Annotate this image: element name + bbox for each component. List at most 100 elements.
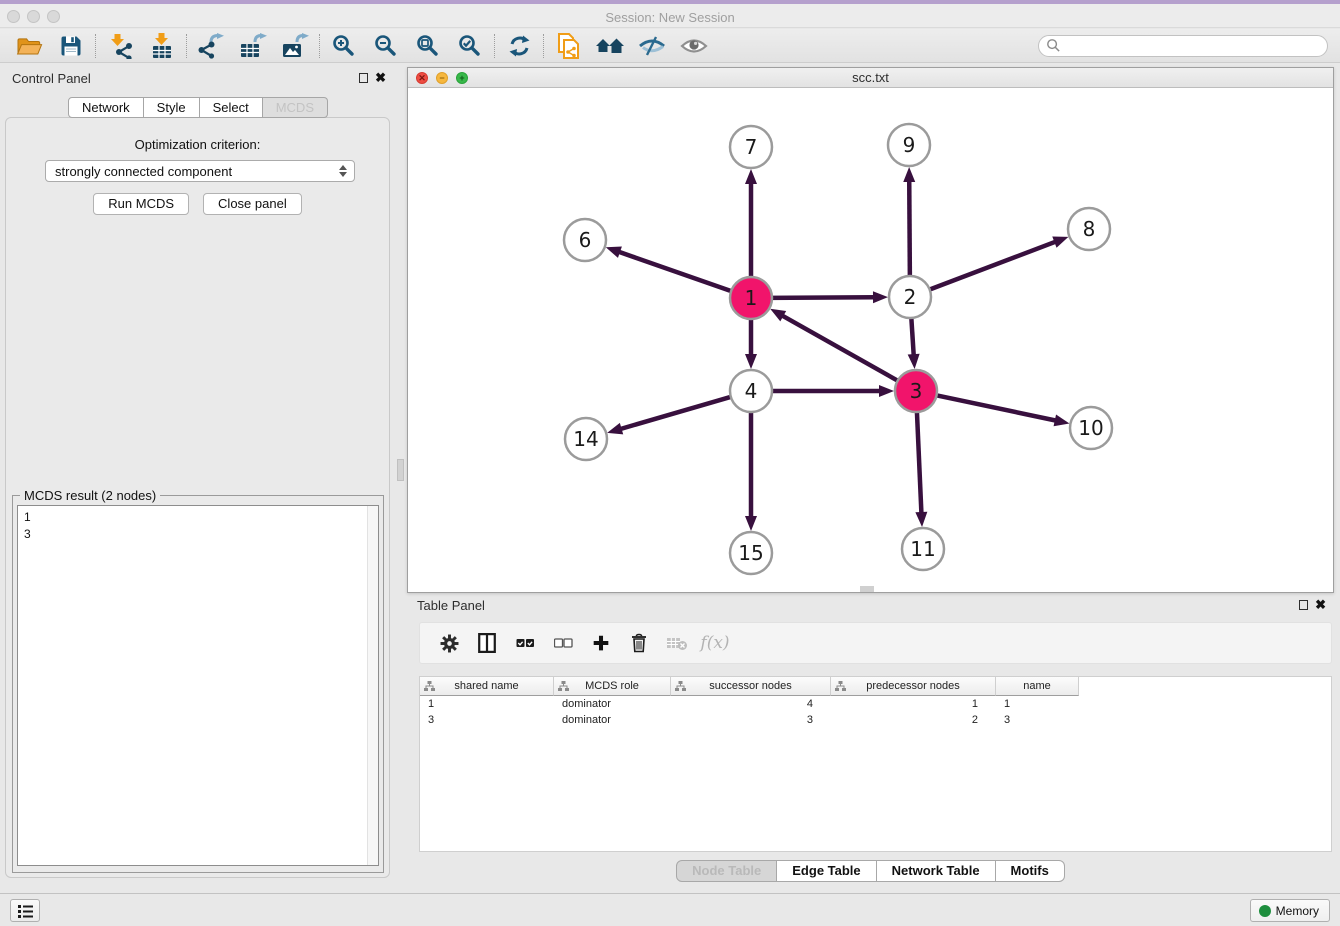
graph-node-label: 1	[745, 286, 758, 310]
table-row[interactable]: 3dominator323	[420, 712, 1331, 728]
column-type-icon	[424, 681, 435, 692]
fx-icon: f(x)	[700, 633, 729, 653]
column-header-shared-name[interactable]: shared name	[420, 677, 554, 696]
memory-button[interactable]: Memory	[1250, 899, 1330, 922]
network-view-window: ✕ − + scc.txt 7968124314101511	[407, 67, 1334, 593]
refresh-button[interactable]	[498, 31, 540, 61]
graph-edge-2-8[interactable]	[928, 241, 1057, 290]
export-image-icon	[281, 33, 309, 59]
export-image-button[interactable]	[274, 31, 316, 61]
zoom-fit-icon	[416, 34, 440, 58]
open-folder-icon	[16, 35, 43, 57]
task-history-button[interactable]	[10, 899, 40, 922]
graph-edge-3-10[interactable]	[935, 395, 1057, 421]
tab-mcds[interactable]: MCDS	[263, 97, 328, 118]
optimization-criterion-select[interactable]: strongly connected component	[45, 160, 355, 182]
graph-edge-1-2[interactable]	[770, 297, 875, 298]
table-settings-button[interactable]	[430, 626, 468, 660]
show-columns-button[interactable]	[468, 626, 506, 660]
tab-select[interactable]: Select	[200, 97, 263, 118]
eye-icon	[680, 36, 708, 56]
search-field[interactable]	[1038, 35, 1328, 57]
hide-details-button[interactable]	[631, 31, 673, 61]
zoom-in-button[interactable]	[323, 31, 365, 61]
table-cell: 2	[831, 712, 996, 728]
tab-network-table[interactable]: Network Table	[877, 860, 996, 882]
close-panel-icon[interactable]: ✖	[1315, 599, 1326, 611]
table-cell: 3	[996, 712, 1079, 728]
table-cell: 3	[420, 712, 554, 728]
graph-node-label: 11	[910, 537, 935, 561]
tab-style[interactable]: Style	[144, 97, 200, 118]
memory-status-icon	[1259, 905, 1271, 917]
toolbar-separator	[494, 34, 495, 58]
save-session-button[interactable]	[50, 31, 92, 61]
column-header-predecessor-nodes[interactable]: predecessor nodes	[831, 677, 996, 696]
import-table-button[interactable]	[141, 31, 183, 61]
result-scrollbar[interactable]	[367, 506, 378, 865]
column-header-label: MCDS role	[585, 680, 639, 692]
delete-column-button[interactable]	[620, 626, 658, 660]
zoom-selected-button[interactable]	[449, 31, 491, 61]
open-file-button[interactable]	[8, 31, 50, 61]
zoom-fit-button[interactable]	[407, 31, 449, 61]
splitter-grip-vertical[interactable]	[397, 459, 404, 481]
column-header-name[interactable]: name	[996, 677, 1079, 696]
delete-table-icon	[666, 635, 688, 651]
export-table-button[interactable]	[232, 31, 274, 61]
network-canvas-svg: 7968124314101511	[408, 89, 1333, 594]
session-titlebar[interactable]: Session: New Session	[0, 4, 1340, 28]
column-header-successor-nodes[interactable]: successor nodes	[671, 677, 831, 696]
graph-edge-2-3[interactable]	[911, 316, 914, 356]
graph-node-label: 2	[904, 285, 917, 309]
search-icon	[1046, 38, 1061, 53]
export-network-icon	[197, 33, 225, 59]
tab-network[interactable]: Network	[68, 97, 144, 118]
float-panel-icon[interactable]	[359, 73, 368, 83]
network-canvas[interactable]: 7968124314101511	[408, 89, 1333, 592]
splitter-grip-horizontal[interactable]	[860, 586, 874, 592]
houses-button[interactable]	[589, 31, 631, 61]
network-window-titlebar[interactable]: ✕ − + scc.txt	[408, 68, 1333, 88]
close-panel-button[interactable]: Close panel	[203, 193, 302, 215]
tab-edge-table[interactable]: Edge Table	[777, 860, 876, 882]
graph-edge-4-14[interactable]	[620, 396, 733, 429]
table-toolbar: f(x)	[419, 622, 1332, 664]
optimization-criterion-value: strongly connected component	[55, 164, 232, 179]
graph-node-label: 6	[579, 228, 592, 252]
graph-edge-arrowhead	[606, 247, 622, 258]
zoom-out-button[interactable]	[365, 31, 407, 61]
create-column-button[interactable]	[582, 626, 620, 660]
table-cell: dominator	[554, 712, 671, 728]
mcds-result-group: MCDS result (2 nodes) 13	[12, 495, 384, 873]
columns-icon	[478, 633, 496, 653]
import-network-button[interactable]	[99, 31, 141, 61]
export-network-button[interactable]	[190, 31, 232, 61]
graph-edge-arrowhead	[745, 169, 757, 184]
close-panel-icon[interactable]: ✖	[375, 72, 386, 84]
column-type-icon	[835, 681, 846, 692]
show-details-button[interactable]	[673, 31, 715, 61]
graph-node-label: 14	[573, 427, 598, 451]
table-panel: Table Panel ✖	[407, 596, 1334, 888]
search-input[interactable]	[1061, 37, 1327, 55]
tab-motifs[interactable]: Motifs	[996, 860, 1065, 882]
select-all-rows-button[interactable]	[506, 626, 544, 660]
graph-edge-3-11[interactable]	[917, 410, 922, 514]
zoom-out-icon	[374, 34, 398, 58]
run-mcds-button[interactable]: Run MCDS	[93, 193, 189, 215]
column-header-MCDS-role[interactable]: MCDS role	[554, 677, 671, 696]
plus-icon	[592, 634, 610, 652]
clone-network-button[interactable]	[547, 31, 589, 61]
tab-node-table[interactable]: Node Table	[676, 860, 777, 882]
graph-edge-2-9[interactable]	[909, 180, 910, 278]
mcds-result-area[interactable]: 13	[17, 505, 379, 866]
graph-edge-3-1[interactable]	[781, 315, 899, 381]
trash-icon	[630, 633, 648, 653]
control-panel-title: Control Panel	[12, 71, 91, 86]
graph-node-label: 9	[903, 133, 916, 157]
deselect-all-rows-button[interactable]	[544, 626, 582, 660]
table-row[interactable]: 1dominator411	[420, 696, 1331, 712]
float-panel-icon[interactable]	[1299, 600, 1308, 610]
graph-edge-1-6[interactable]	[618, 252, 733, 292]
